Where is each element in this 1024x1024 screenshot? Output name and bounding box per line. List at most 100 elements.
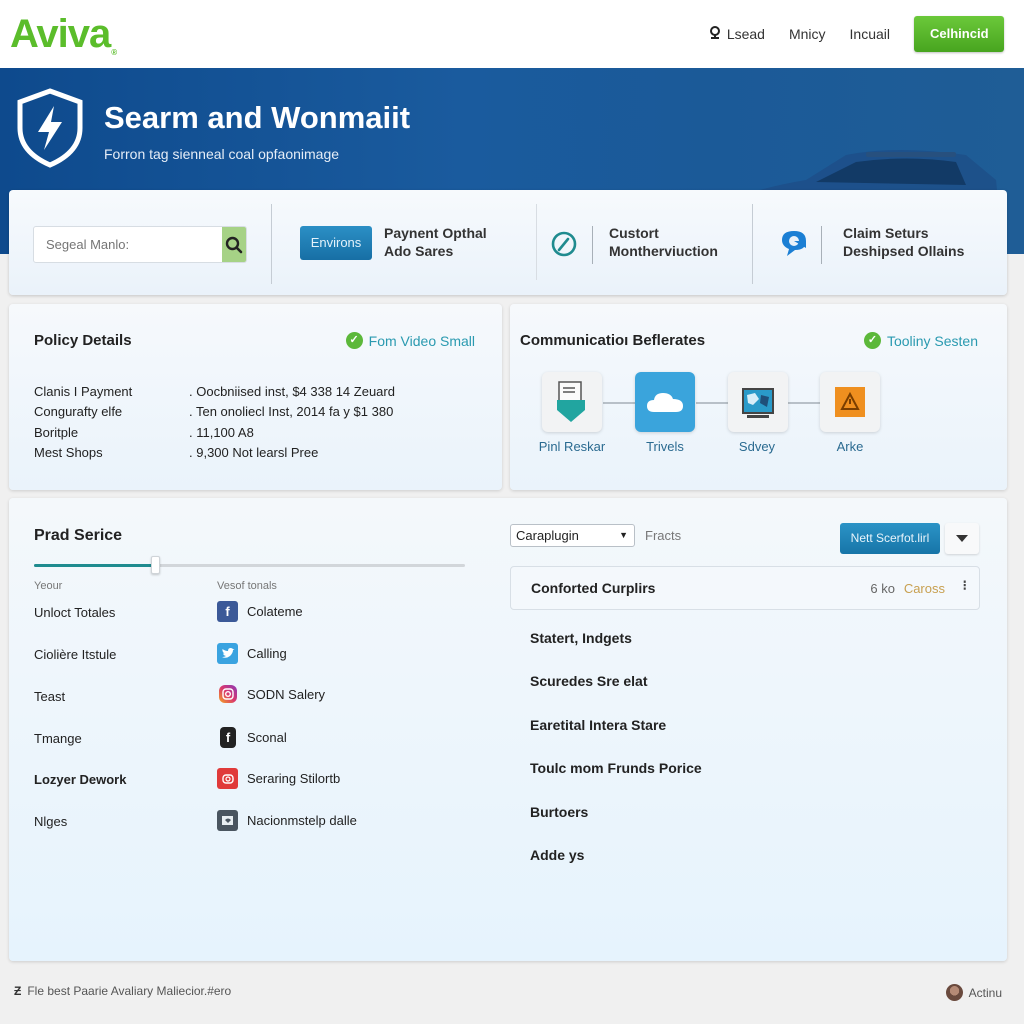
policy-details-card: Policy Details ✓ Fom Video Small Clanis …	[9, 304, 502, 490]
footer-account-label: Actinu	[968, 985, 1002, 1000]
nav-item-lsead[interactable]: Lsead	[709, 25, 765, 43]
slider-fill	[34, 564, 155, 567]
social-item-sconal[interactable]: f Sconal	[217, 727, 287, 748]
search-icon	[225, 236, 243, 253]
service-line2: Ado Sares	[384, 243, 454, 259]
list-item[interactable]: Burtoers	[530, 804, 588, 820]
social-item-instagram[interactable]: SODN Salery	[217, 685, 325, 703]
flow-step-label: Pinl Reskar	[538, 439, 606, 454]
left-list-item[interactable]: Lozyer Dework	[34, 772, 126, 787]
twitter-icon	[217, 643, 238, 664]
service-line1: Custort	[609, 225, 659, 241]
gauge-icon	[551, 231, 577, 257]
category-select[interactable]: Caraplugin ▼	[510, 524, 635, 547]
more-options-dropdown[interactable]	[945, 523, 979, 554]
communication-title: Communicatioı Beflerates	[520, 332, 706, 349]
nav-label: Lsead	[726, 26, 765, 42]
kebab-menu-icon[interactable]: ⁝	[963, 577, 967, 594]
dark-f-icon: f	[220, 727, 236, 748]
footer-left: Ƶ Fle best Paarie Avaliary Maliecior.#er…	[14, 984, 231, 998]
list-item[interactable]: Earetital Intera Stare	[530, 717, 666, 733]
communication-card: Communicatioı Beflerates ✓ Tooliny Seste…	[510, 304, 1007, 490]
select-value: Caraplugin	[516, 528, 579, 543]
chevron-down-icon: ▼	[619, 530, 628, 540]
social-item-facebook[interactable]: f Colateme	[217, 601, 303, 622]
list-item[interactable]: Adde ys	[530, 847, 584, 863]
service-item-claim[interactable]: Claim Seturs Deshipsed Ollains	[843, 224, 964, 260]
flow-connector	[696, 402, 728, 404]
divider	[271, 204, 272, 284]
policy-row-label: Mest Shops	[34, 445, 103, 460]
left-list-item[interactable]: Teast	[34, 689, 65, 704]
document-shield-icon	[557, 381, 585, 422]
social-label: SODN Salery	[247, 686, 326, 702]
location-pin-icon	[709, 25, 721, 43]
avatar	[945, 984, 963, 1001]
search-button[interactable]	[222, 227, 246, 262]
nav-label: Mnicy	[788, 26, 826, 42]
shield-lightning-icon	[17, 88, 83, 168]
social-item-naciom[interactable]: Nacionmstelp dalle	[217, 810, 357, 831]
social-item-twitter[interactable]: Calling	[217, 643, 287, 664]
list-header-title: Conforted Curplirs	[531, 580, 656, 596]
flow-step-label: Trivels	[646, 439, 684, 454]
chevron-down-icon	[956, 535, 968, 542]
social-label: Sconal	[247, 730, 287, 745]
policy-status-badge: ✓ Fom Video Small	[345, 332, 475, 349]
environs-button[interactable]: Environs	[300, 226, 372, 260]
service-item-custort[interactable]: Custort Montherviuction	[609, 224, 718, 260]
flow-connector	[788, 402, 820, 404]
policy-row-label: Clanis I Payment	[34, 384, 133, 399]
check-circle-icon: ✓	[345, 332, 363, 349]
badge-label: Tooliny Sesten	[886, 332, 978, 349]
nav-item-mnicy[interactable]: Mnicy	[789, 26, 826, 42]
left-list-item[interactable]: Nlges	[34, 814, 67, 829]
list-item[interactable]: Scuredes Sre elat	[530, 673, 648, 689]
service-line1: Paynent Opthal	[384, 225, 487, 241]
list-header-row[interactable]: Conforted Curplirs 6 ko Caross ⁝	[510, 566, 980, 610]
slider-thumb[interactable]	[150, 556, 160, 574]
flow-step-label: Arke	[836, 439, 864, 454]
left-list-item[interactable]: Ciolière Itstule	[34, 647, 116, 662]
service-slider[interactable]	[34, 556, 465, 574]
social-label: Nacionmstelp dalle	[247, 813, 357, 828]
badge-label: Fom Video Small	[368, 332, 475, 349]
footer-account[interactable]: Actinu	[945, 984, 1002, 1001]
warning-icon	[835, 387, 865, 417]
nav-item-incuail[interactable]: Incuail	[850, 26, 890, 42]
list-item[interactable]: Toulc mom Frunds Porice	[530, 760, 702, 776]
service-line1: Claim Seturs	[843, 225, 929, 241]
divider	[821, 226, 822, 264]
policy-row-label: Boritple	[34, 425, 79, 440]
top-navigation-bar: Aviva® Lsead Mnicy Incuail Celhincid	[0, 0, 1024, 68]
check-circle-icon: ✓	[863, 332, 881, 349]
red-app-icon	[217, 768, 238, 789]
footer-text: Fle best Paarie Avaliary Maliecior.#ero	[27, 984, 232, 998]
flow-step-arke[interactable]	[820, 372, 880, 432]
social-label: Colateme	[247, 604, 303, 619]
service-item-payment[interactable]: Paynent Opthal Ado Sares	[384, 224, 487, 260]
left-list-item[interactable]: Tmange	[34, 731, 82, 746]
list-header-size: 6 ko	[870, 581, 895, 596]
social-label: Seraring Stilortb	[247, 771, 341, 786]
aviva-logo[interactable]: Aviva®	[10, 12, 117, 57]
policy-row-value: . 9,300 Not learsl Pree	[189, 445, 319, 460]
monitor-map-icon	[742, 388, 774, 418]
search-input[interactable]	[34, 227, 222, 262]
column-header-right: Vesof tonals	[217, 580, 277, 592]
flow-step-pinl-reskar[interactable]	[542, 372, 602, 432]
list-header-status: Caross	[903, 581, 945, 596]
nav-label: Incuail	[849, 26, 890, 42]
list-item[interactable]: Statert, Indgets	[530, 630, 632, 646]
flow-step-trivels[interactable]	[635, 372, 695, 432]
social-item-seraring[interactable]: Seraring Stilortb	[217, 768, 340, 789]
policy-row-value: . Oocbniised inst, $4 338 14 Zeuard	[189, 384, 395, 399]
service-line2: Deshipsed Ollains	[843, 243, 965, 259]
left-list-item[interactable]: Unloct Totales	[34, 605, 115, 620]
policy-details-title: Policy Details	[34, 332, 132, 349]
cta-button[interactable]: Celhincid	[914, 16, 1004, 52]
flow-step-sdvey[interactable]	[728, 372, 788, 432]
next-button[interactable]: Nett Scerfot.lirl	[840, 523, 940, 554]
chat-refresh-icon	[782, 231, 806, 256]
slate-app-icon	[217, 810, 238, 831]
